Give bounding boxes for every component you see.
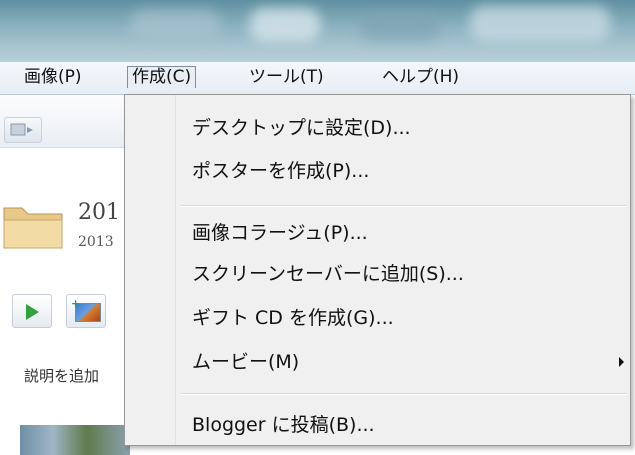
share-icon (10, 123, 33, 136)
folder-title: 201 (78, 200, 120, 225)
add-description-text[interactable]: 説明を追加 (24, 365, 99, 386)
menu-separator (181, 393, 626, 395)
menu-separator (181, 205, 626, 207)
add-photo-button[interactable]: + (66, 294, 106, 328)
submenu-arrow-icon (619, 357, 624, 367)
menu-item-blogger[interactable]: Blogger に投稿(B)... (192, 409, 375, 441)
play-icon (26, 304, 39, 320)
toolbar-strip (0, 95, 130, 148)
menu-item-collage[interactable]: 画像コラージュ(P)... (192, 217, 368, 249)
menu-tools[interactable]: ツール(T) (245, 66, 328, 88)
menu-item-add-screensaver[interactable]: スクリーンセーバーに追加(S)... (192, 258, 464, 290)
menu-create[interactable]: 作成(C) (127, 66, 197, 88)
share-button[interactable] (4, 117, 42, 143)
play-slideshow-button[interactable] (12, 294, 52, 328)
window-title-bar (0, 0, 635, 62)
thumbnail-preview[interactable] (20, 425, 130, 455)
left-pane: 201 2013 + 説明を追加 (0, 95, 130, 455)
menu-help[interactable]: ヘルプ(H) (378, 66, 463, 88)
create-menu-dropdown: デスクトップに設定(D)... ポスターを作成(P)... 画像コラージュ(P)… (124, 94, 631, 446)
menu-item-create-poster[interactable]: ポスターを作成(P)... (192, 155, 369, 187)
folder-icon (3, 207, 63, 249)
menu-item-set-desktop[interactable]: デスクトップに設定(D)... (192, 112, 411, 144)
menu-image[interactable]: 画像(P) (20, 66, 86, 88)
plus-icon: + (71, 297, 81, 310)
menu-item-gift-cd[interactable]: ギフト CD を作成(G)... (192, 302, 394, 334)
menu-bar: 画像(P) 作成(C) ツール(T) ヘルプ(H) (0, 62, 635, 95)
menu-gutter (125, 95, 176, 445)
folder-date: 2013 (78, 234, 114, 250)
menu-item-movie[interactable]: ムービー(M) (192, 346, 299, 378)
